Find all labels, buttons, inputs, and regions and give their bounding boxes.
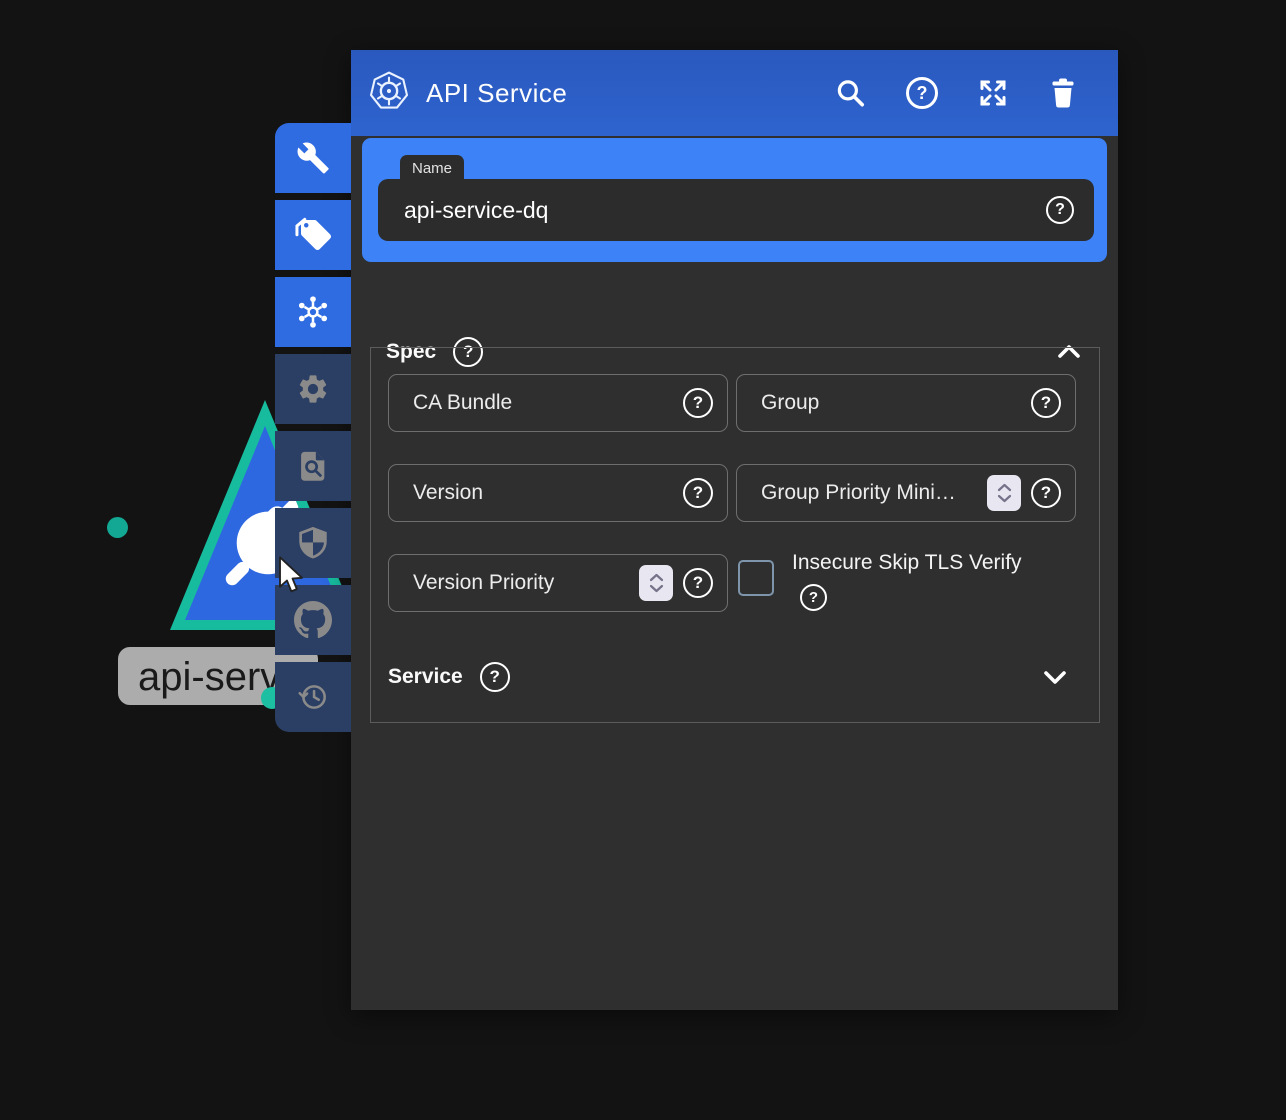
help-icon[interactable]: ? xyxy=(906,77,938,109)
name-section: Name ? xyxy=(362,138,1107,262)
help-icon[interactable]: ? xyxy=(1031,388,1061,418)
field-label: CA Bundle xyxy=(413,391,673,415)
kubernetes-icon xyxy=(368,70,410,117)
spec-fields-container: CA Bundle ? Group ? Version ? Group Prio… xyxy=(370,347,1100,723)
gear-icon xyxy=(296,372,330,406)
field-label: Version xyxy=(413,481,673,505)
history-icon xyxy=(296,680,330,714)
sidebar-item-history[interactable] xyxy=(275,662,351,732)
help-icon[interactable]: ? xyxy=(683,568,713,598)
help-icon[interactable]: ? xyxy=(480,662,510,692)
help-icon[interactable]: ? xyxy=(683,478,713,508)
field-label: Group xyxy=(761,391,1021,415)
sidebar-item-configure[interactable] xyxy=(275,123,351,193)
number-stepper[interactable] xyxy=(639,565,673,601)
field-label: Group Priority Mini… xyxy=(761,481,977,505)
help-icon[interactable]: ? xyxy=(1031,478,1061,508)
hub-icon xyxy=(294,293,332,331)
trash-icon[interactable] xyxy=(1048,77,1078,109)
wrench-icon xyxy=(296,141,330,175)
name-input[interactable] xyxy=(404,197,1046,224)
help-icon[interactable]: ? xyxy=(1046,196,1074,224)
insecure-skip-tls-verify-checkbox[interactable] xyxy=(738,560,774,596)
shield-icon xyxy=(295,525,331,561)
file-search-icon xyxy=(296,449,330,483)
name-field-label: Name xyxy=(400,155,464,182)
tag-icon xyxy=(295,217,331,253)
checkbox-label: Insecure Skip TLS Verify xyxy=(792,551,1022,575)
number-stepper[interactable] xyxy=(987,475,1021,511)
group-priority-minimum-field[interactable]: Group Priority Mini… ? xyxy=(736,464,1076,522)
insecure-skip-tls-verify-group: Insecure Skip TLS Verify ? xyxy=(736,554,1076,612)
name-field[interactable]: Name ? xyxy=(378,179,1094,241)
field-label: Version Priority xyxy=(413,571,629,595)
expand-icon[interactable] xyxy=(977,77,1009,109)
sidebar-item-github[interactable] xyxy=(275,585,351,655)
sidebar-item-inspect[interactable] xyxy=(275,431,351,501)
ca-bundle-field[interactable]: CA Bundle ? xyxy=(388,374,728,432)
service-section-header: Service ? xyxy=(388,657,1069,697)
help-icon[interactable]: ? xyxy=(683,388,713,418)
service-title: Service xyxy=(388,665,463,689)
search-icon[interactable] xyxy=(833,76,867,110)
help-icon[interactable]: ? xyxy=(800,584,827,611)
panel-header: API Service ? xyxy=(351,50,1118,136)
version-priority-field[interactable]: Version Priority ? xyxy=(388,554,728,612)
api-service-panel: API Service ? xyxy=(351,50,1118,1010)
github-icon xyxy=(294,601,332,639)
connection-handle-dot[interactable] xyxy=(107,517,128,538)
panel-title: API Service xyxy=(426,78,567,109)
version-field[interactable]: Version ? xyxy=(388,464,728,522)
sidebar-item-security[interactable] xyxy=(275,508,351,578)
sidebar-item-topology[interactable] xyxy=(275,277,351,347)
node-toolbar xyxy=(275,123,351,732)
chevron-down-icon[interactable] xyxy=(1041,667,1069,687)
sidebar-item-labels[interactable] xyxy=(275,200,351,270)
group-field[interactable]: Group ? xyxy=(736,374,1076,432)
sidebar-item-settings[interactable] xyxy=(275,354,351,424)
